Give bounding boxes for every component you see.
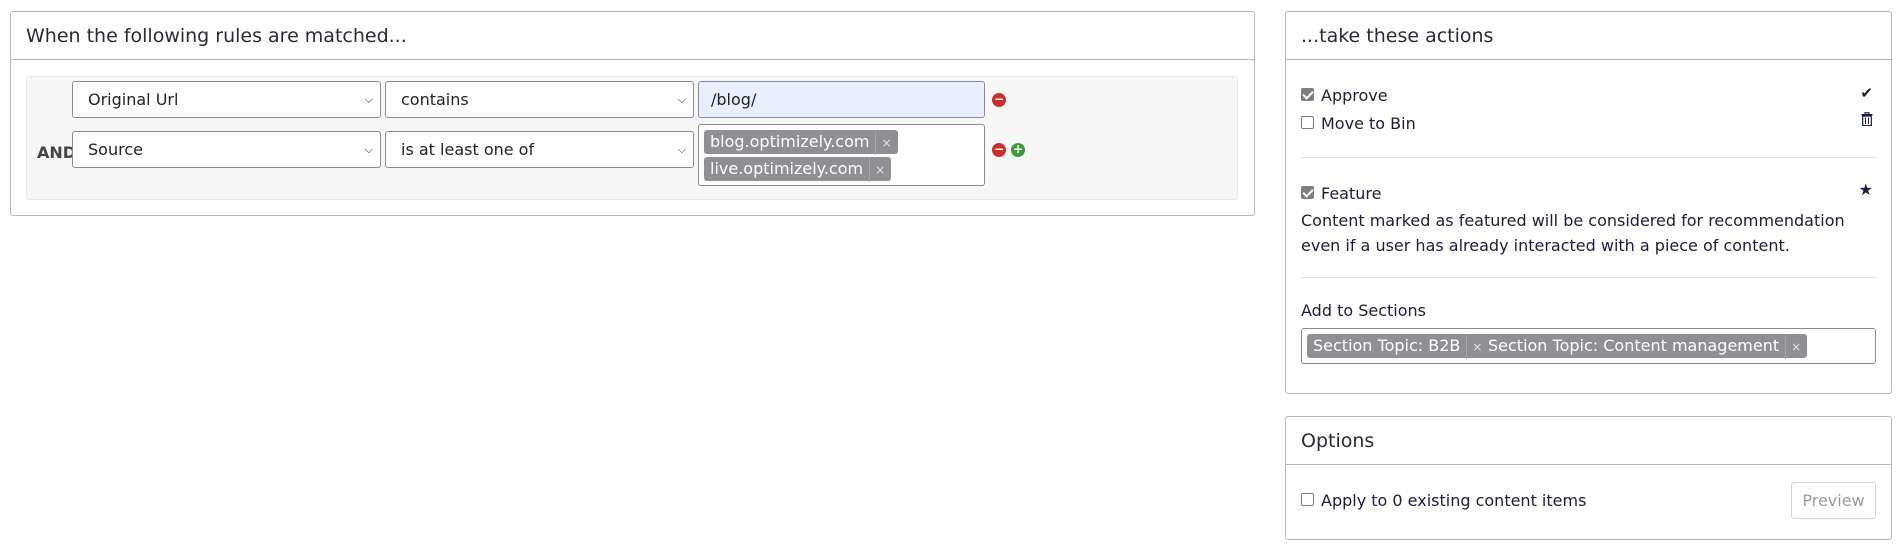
chevron-down-icon: ⌵ bbox=[364, 143, 373, 156]
check-icon: ✔ bbox=[1860, 84, 1873, 102]
chevron-down-icon: ⌵ bbox=[677, 93, 686, 106]
apply-existing-option[interactable]: Apply to 0 existing content items bbox=[1301, 491, 1621, 511]
rule-field-value: Source bbox=[88, 140, 143, 159]
source-tags-input[interactable]: blog.optimizely.com × live.optimizely.com… bbox=[698, 124, 985, 186]
rule-value-text: /blog/ bbox=[711, 90, 757, 109]
rules-list: Original Url ⌵ contains ⌵ /blog/ − AND S… bbox=[26, 76, 1238, 200]
feature-label: Feature bbox=[1321, 184, 1382, 203]
rule-value-input[interactable]: /blog/ bbox=[698, 81, 985, 118]
section-tag: Section Topic: Content management × bbox=[1482, 334, 1808, 359]
source-tag-label: live.optimizely.com bbox=[710, 159, 864, 178]
approve-checkbox[interactable] bbox=[1301, 88, 1314, 101]
star-icon: ★ bbox=[1858, 180, 1873, 199]
preview-button[interactable]: Preview bbox=[1791, 482, 1876, 519]
move-to-bin-checkbox[interactable] bbox=[1301, 116, 1314, 129]
source-tag: blog.optimizely.com × bbox=[704, 130, 898, 155]
rules-panel-title: When the following rules are matched... bbox=[11, 12, 1254, 60]
chevron-down-icon: ⌵ bbox=[364, 93, 373, 106]
rule-row: Original Url ⌵ contains ⌵ /blog/ − bbox=[27, 81, 1237, 121]
sections-tags-input[interactable]: Section Topic: B2B × Section Topic: Conte… bbox=[1301, 328, 1876, 364]
actions-panel-title: ...take these actions bbox=[1286, 12, 1891, 60]
rules-panel: When the following rules are matched... … bbox=[10, 11, 1255, 216]
feature-checkbox[interactable] bbox=[1301, 186, 1314, 199]
apply-existing-label: Apply to 0 existing content items bbox=[1321, 491, 1587, 510]
rule-field-select[interactable]: Original Url ⌵ bbox=[72, 81, 381, 118]
section-tag-label: Section Topic: Content management bbox=[1488, 336, 1780, 355]
move-to-bin-option[interactable]: Move to Bin bbox=[1301, 114, 1501, 134]
rule-row: AND Source ⌵ is at least one of ⌵ blog.o… bbox=[27, 124, 1237, 186]
tag-remove-icon[interactable]: × bbox=[1466, 335, 1482, 359]
feature-option[interactable]: Feature bbox=[1301, 184, 1501, 204]
divider bbox=[1301, 277, 1876, 278]
rule-operator-value: is at least one of bbox=[401, 140, 535, 159]
section-tag-label: Section Topic: B2B bbox=[1313, 336, 1461, 355]
tag-remove-icon[interactable]: × bbox=[869, 158, 885, 182]
divider bbox=[1301, 157, 1876, 158]
move-to-bin-label: Move to Bin bbox=[1321, 114, 1416, 133]
options-panel: Options Apply to 0 existing content item… bbox=[1285, 416, 1892, 540]
add-rule-icon[interactable]: + bbox=[1011, 143, 1025, 157]
rule-operator-select[interactable]: is at least one of ⌵ bbox=[385, 131, 694, 168]
sections-label: Add to Sections bbox=[1301, 301, 1426, 320]
rule-operator-value: contains bbox=[401, 90, 469, 109]
remove-rule-icon[interactable]: − bbox=[992, 143, 1006, 157]
rule-field-select[interactable]: Source ⌵ bbox=[72, 131, 381, 168]
section-tag: Section Topic: B2B × bbox=[1307, 334, 1489, 359]
trash-icon bbox=[1861, 111, 1873, 130]
feature-description: Content marked as featured will be consi… bbox=[1301, 211, 1845, 255]
tag-remove-icon[interactable]: × bbox=[875, 131, 892, 155]
actions-panel: ...take these actions Approve ✔ Move to … bbox=[1285, 11, 1892, 394]
rule-conjunction: AND bbox=[37, 143, 77, 162]
source-tag-label: blog.optimizely.com bbox=[710, 132, 870, 151]
source-tag: live.optimizely.com × bbox=[704, 157, 892, 182]
rule-operator-select[interactable]: contains ⌵ bbox=[385, 81, 694, 118]
tag-remove-icon[interactable]: × bbox=[1785, 335, 1801, 359]
approve-option[interactable]: Approve bbox=[1301, 86, 1501, 106]
rule-field-value: Original Url bbox=[88, 90, 179, 109]
remove-rule-icon[interactable]: − bbox=[992, 93, 1006, 107]
apply-existing-checkbox[interactable] bbox=[1301, 493, 1314, 506]
approve-label: Approve bbox=[1321, 86, 1388, 105]
options-panel-title: Options bbox=[1286, 417, 1891, 465]
chevron-down-icon: ⌵ bbox=[677, 143, 686, 156]
